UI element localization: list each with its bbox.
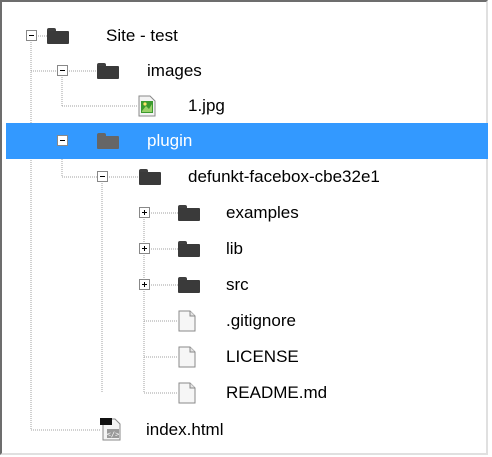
folder-icon xyxy=(47,28,69,44)
tree-item-index-html[interactable]: </> index.html xyxy=(2,412,486,448)
folder-icon xyxy=(139,169,161,185)
tree-item-label: .gitignore xyxy=(226,311,296,330)
tree-item-label: plugin xyxy=(147,131,193,150)
expand-toggle[interactable] xyxy=(139,243,150,254)
folder-icon xyxy=(97,133,119,149)
file-tree-panel[interactable]: Site - test images 1.jpg plugin defunkt-… xyxy=(0,0,488,455)
collapse-toggle[interactable] xyxy=(26,30,37,41)
file-icon xyxy=(178,346,196,368)
tree-item-label: lib xyxy=(226,239,244,258)
tree-item-lib[interactable]: lib xyxy=(2,231,486,267)
folder-icon xyxy=(178,277,200,293)
html-file-icon: </> xyxy=(100,417,121,441)
tree-item-1-jpg[interactable]: 1.jpg xyxy=(2,88,486,124)
image-file-icon xyxy=(138,95,156,117)
folder-icon xyxy=(178,241,200,257)
tree-item-examples[interactable]: examples xyxy=(2,195,486,231)
tree-item-label: Site - test xyxy=(106,26,178,45)
tree-item-label: LICENSE xyxy=(226,347,299,366)
tree-item-images[interactable]: images xyxy=(2,53,486,89)
collapse-toggle[interactable] xyxy=(57,135,68,146)
tree-item-gitignore[interactable]: .gitignore xyxy=(2,303,486,339)
expand-toggle[interactable] xyxy=(139,207,150,218)
tree-item-label: src xyxy=(226,275,249,294)
svg-text:</>: </> xyxy=(107,431,120,439)
folder-icon xyxy=(97,63,119,79)
tree-item-defunkt-facebox[interactable]: defunkt-facebox-cbe32e1 xyxy=(2,159,486,195)
collapse-toggle[interactable] xyxy=(57,65,68,76)
tree-item-label: README.md xyxy=(226,383,328,402)
tree-item-plugin[interactable]: plugin xyxy=(6,123,488,159)
file-icon xyxy=(178,310,196,332)
tree-item-label: defunkt-facebox-cbe32e1 xyxy=(188,167,380,186)
tree-item-readme[interactable]: README.md xyxy=(2,375,486,411)
tree-item-label: index.html xyxy=(146,420,224,439)
collapse-toggle[interactable] xyxy=(97,171,108,182)
tree-item-label: examples xyxy=(226,203,299,222)
tree-item-label: 1.jpg xyxy=(188,96,225,115)
folder-icon xyxy=(178,205,200,221)
file-icon xyxy=(178,382,196,404)
tree-item-license[interactable]: LICENSE xyxy=(2,339,486,375)
tree-item-label: images xyxy=(147,61,202,80)
tree-item-site-test[interactable]: Site - test xyxy=(2,18,486,54)
tree-item-src[interactable]: src xyxy=(2,267,486,303)
expand-toggle[interactable] xyxy=(139,279,150,290)
